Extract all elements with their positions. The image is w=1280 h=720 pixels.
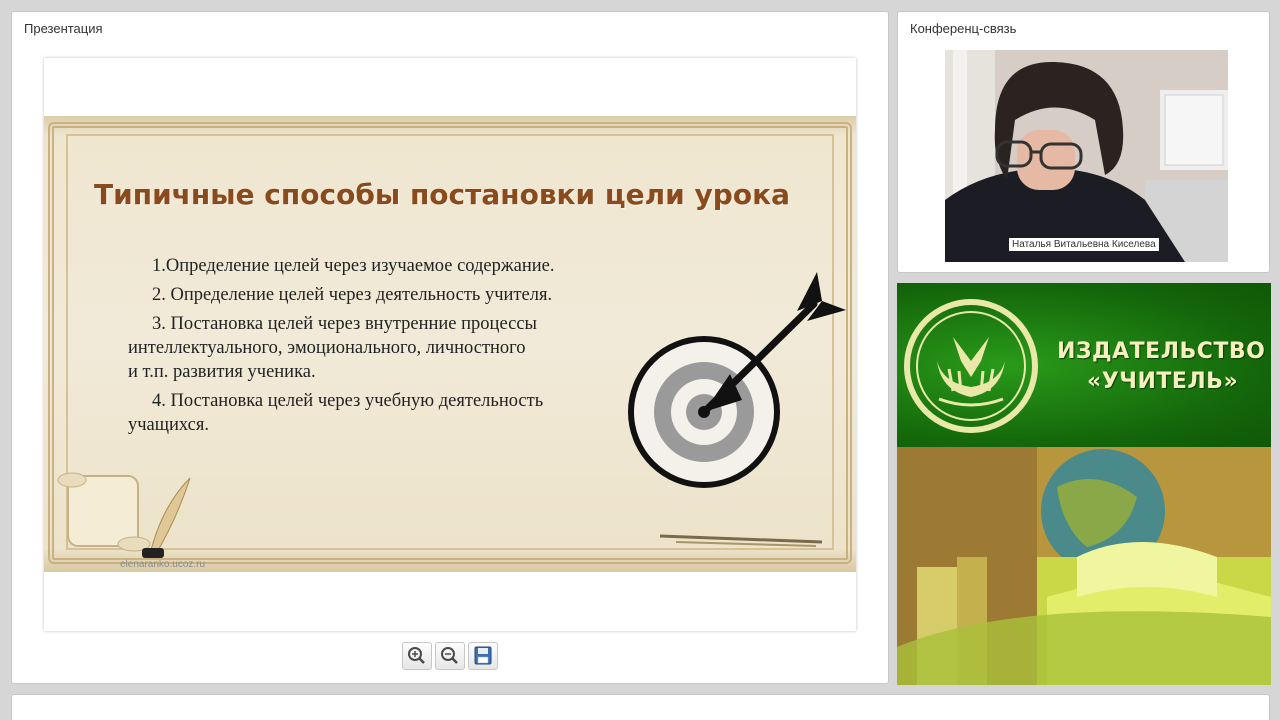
save-button[interactable]: [468, 642, 498, 670]
zoom-in-icon: [408, 647, 425, 664]
conference-panel-title: Конференц-связь: [910, 21, 1017, 36]
slide-item-4-cont: учащихся.: [128, 415, 209, 435]
target-arrow-icon: [628, 272, 846, 488]
participant-name-label: Наталья Витальевна Киселева: [1009, 238, 1159, 251]
save-icon: [474, 646, 492, 665]
publisher-name-line2: «УЧИТЕЛЬ»: [1087, 369, 1239, 394]
pen-icon: [659, 534, 823, 547]
quill-scroll-icon: [57, 472, 191, 558]
slide: Типичные способы постановки цели урока 1…: [44, 116, 856, 572]
bottom-panel: [11, 694, 1270, 720]
publisher-logo-icon: [904, 299, 1038, 433]
slide-item-1: 1.Определение целей через изучаемое соде…: [152, 256, 555, 276]
zoom-out-button[interactable]: [435, 642, 465, 670]
slide-title: Типичные способы постановки цели урока: [94, 178, 790, 211]
conference-panel: Конференц-связь Наталья Витальевна Кисел…: [897, 11, 1270, 273]
presentation-panel-title: Презентация: [24, 21, 103, 36]
publisher-logo-area: ИЗДАТЕЛЬСТВО «УЧИТЕЛЬ»: [897, 283, 1271, 447]
participant-video[interactable]: Наталья Витальевна Киселева: [945, 50, 1228, 262]
participant-video-frame: [945, 50, 1228, 262]
zoom-in-button[interactable]: [402, 642, 432, 670]
presentation-panel: Презентация Типичные способы постановки …: [11, 11, 889, 684]
publisher-name-line1: ИЗДАТЕЛЬСТВО: [1057, 339, 1266, 364]
publisher-photo: [897, 447, 1271, 685]
slide-viewport[interactable]: Типичные способы постановки цели урока 1…: [44, 58, 856, 631]
slide-watermark: elenaranko.ucoz.ru: [120, 559, 206, 570]
slide-item-3: 3. Постановка целей через внутренние про…: [152, 314, 537, 334]
globe-books-image: [897, 447, 1271, 685]
slide-item-4: 4. Постановка целей через учебную деятел…: [152, 391, 544, 411]
slide-item-3-cont-1: интеллектуального, эмоционального, лично…: [128, 338, 526, 358]
slide-item-2: 2. Определение целей через деятельность …: [152, 285, 553, 305]
publisher-banner: ИЗДАТЕЛЬСТВО «УЧИТЕЛЬ»: [897, 283, 1271, 685]
zoom-out-icon: [441, 647, 458, 664]
slide-item-3-cont-2: и т.п. развития ученика.: [128, 362, 316, 382]
